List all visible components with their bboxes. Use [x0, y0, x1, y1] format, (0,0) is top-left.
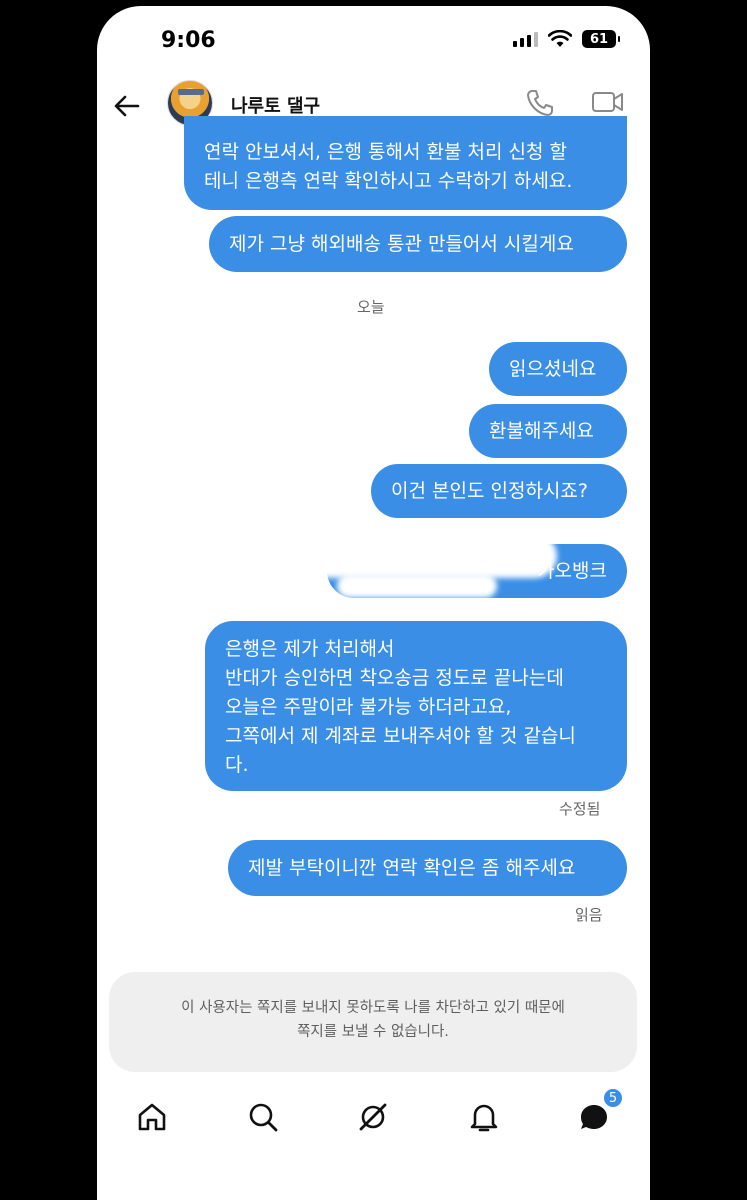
blocked-notice-line1: 이 사용자는 쪽지를 보내지 못하도록 나를 차단하고 있기 때문에	[181, 1000, 565, 1016]
nav-messages[interactable]: 5	[576, 1087, 624, 1135]
message-bubble[interactable]: 제발 부탁이니깐 연락 확인은 좀 해주세요	[228, 840, 627, 896]
video-camera-icon	[592, 92, 623, 112]
grok-icon	[359, 1103, 387, 1131]
message-bubble[interactable]: 환불해주세요	[469, 404, 627, 458]
bell-icon	[470, 1104, 498, 1132]
blocked-notice: 이 사용자는 쪽지를 보내지 못하도록 나를 차단하고 있기 때문에 쪽지를 보…	[109, 972, 637, 1072]
edited-label: 수정됨	[559, 800, 601, 818]
back-button[interactable]	[109, 88, 145, 124]
search-icon	[249, 1103, 278, 1132]
redaction-overlay	[307, 534, 557, 578]
message-bubble[interactable]: 연락 안보셔서, 은행 통해서 환불 처리 신청 할 테니 은행측 연락 확인하…	[184, 116, 627, 210]
status-time: 9:06	[161, 28, 216, 53]
signal-icon	[513, 31, 538, 47]
nav-home[interactable]	[134, 1099, 170, 1135]
messages-badge: 5	[602, 1087, 624, 1109]
nav-search[interactable]	[245, 1099, 281, 1135]
message-bubble[interactable]: 은행은 제가 처리해서 반대가 승인하면 착오송금 정도로 끝나는데 오늘은 주…	[205, 621, 627, 791]
arrow-left-icon	[114, 95, 140, 117]
nav-grok[interactable]	[355, 1099, 391, 1135]
read-receipt: 읽음	[575, 906, 603, 924]
battery-level: 61	[589, 31, 609, 47]
message-bubble[interactable]: 제가 그냥 해외배송 통관 만들어서 시킬게요	[209, 216, 627, 272]
status-icons: 61	[513, 30, 620, 48]
contact-name[interactable]: 나루토 댈구	[231, 92, 320, 118]
message-bubble[interactable]: 읽으셨네요	[489, 342, 627, 396]
redaction-overlay	[337, 574, 497, 598]
wifi-icon	[548, 30, 572, 47]
message-bubble[interactable]: 이건 본인도 인정하시죠?	[371, 464, 627, 518]
home-icon	[138, 1103, 166, 1131]
blocked-notice-line2: 쪽지를 보낼 수 없습니다.	[297, 1024, 449, 1040]
nav-notifications[interactable]	[466, 1099, 502, 1135]
phone-screen: 9:06 61 나루토 댈구 연락 안보셔서, 은행 통해서 환불 처리 신청 …	[97, 6, 650, 1200]
date-separator: 오늘	[357, 298, 385, 316]
battery-icon: 61	[582, 30, 620, 48]
phone-icon	[527, 90, 553, 116]
